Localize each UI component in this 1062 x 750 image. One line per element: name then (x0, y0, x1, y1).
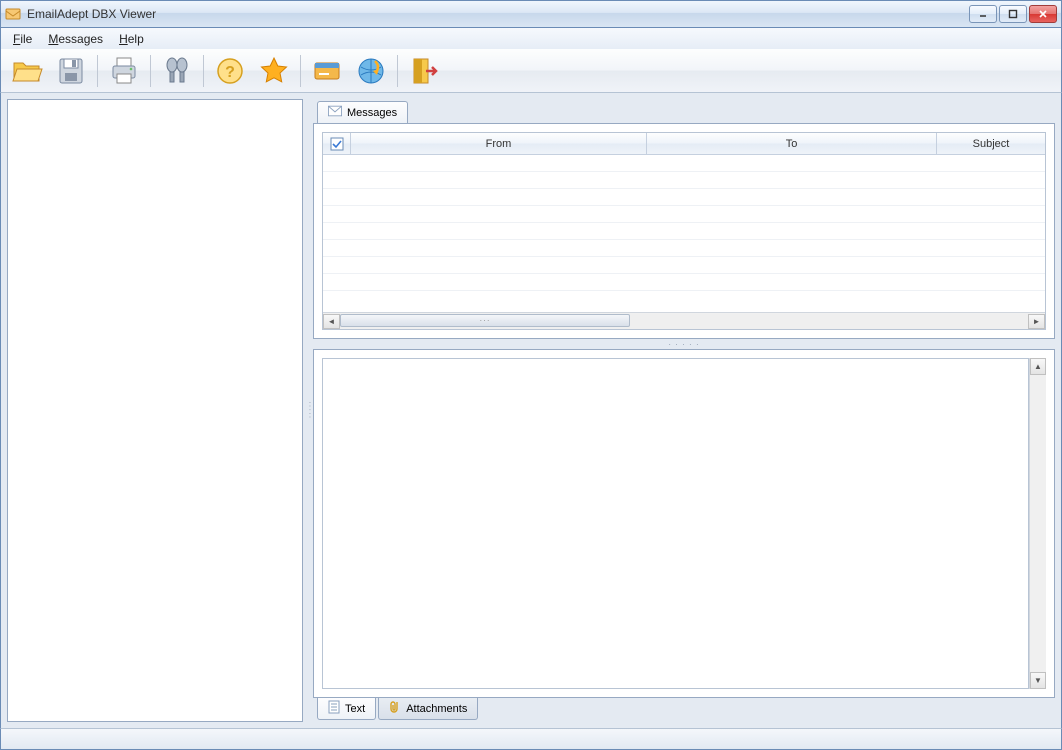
messages-panel: Messages From To Subject (313, 99, 1055, 339)
toolbar-separator (150, 55, 151, 87)
favorite-button[interactable] (254, 51, 294, 91)
find-button[interactable] (157, 51, 197, 91)
tab-text[interactable]: Text (317, 698, 376, 720)
column-header-from[interactable]: From (351, 133, 647, 154)
horizontal-splitter[interactable]: · · · · · (313, 339, 1055, 349)
toolbar-separator (203, 55, 204, 87)
titlebar: EmailAdept DBX Viewer (0, 0, 1062, 28)
messages-grid-container: From To Subject (313, 123, 1055, 339)
tab-text-label: Text (345, 703, 365, 715)
statusbar (0, 728, 1062, 750)
minimize-button[interactable] (969, 5, 997, 23)
print-button[interactable] (104, 51, 144, 91)
tab-attachments[interactable]: Attachments (378, 698, 478, 720)
scroll-thumb[interactable]: ··· (340, 314, 630, 327)
table-row (323, 155, 1045, 172)
open-folder-button[interactable] (7, 51, 47, 91)
preview-container: ▲ ▼ (313, 349, 1055, 698)
messages-grid: From To Subject (322, 132, 1046, 330)
scroll-right-button[interactable]: ► (1028, 314, 1045, 329)
scroll-track[interactable]: ··· (340, 314, 1028, 329)
table-row (323, 240, 1045, 257)
table-row (323, 257, 1045, 274)
exit-button[interactable] (404, 51, 444, 91)
close-button[interactable] (1029, 5, 1057, 23)
preview-content[interactable] (322, 358, 1029, 689)
menu-messages[interactable]: Messages (40, 30, 111, 48)
app-icon (5, 6, 21, 22)
home-button[interactable] (351, 51, 391, 91)
register-button[interactable] (307, 51, 347, 91)
paperclip-icon (389, 700, 401, 717)
main-area: ····· Messages From To (0, 93, 1062, 728)
preview-panel: ▲ ▼ Text Attachments (313, 349, 1055, 722)
column-header-to[interactable]: To (647, 133, 937, 154)
window-controls (969, 5, 1057, 23)
folder-tree-panel[interactable] (7, 99, 303, 722)
table-row (323, 223, 1045, 240)
menu-help[interactable]: Help (111, 30, 152, 48)
right-panel: Messages From To Subject (313, 99, 1055, 722)
svg-text:?: ? (225, 64, 235, 81)
tab-attachments-label: Attachments (406, 703, 467, 715)
toolbar-separator (97, 55, 98, 87)
horizontal-scrollbar: ◄ ··· ► (323, 312, 1045, 329)
envelope-icon (328, 105, 342, 120)
tab-messages-label: Messages (347, 107, 397, 119)
table-row (323, 206, 1045, 223)
scroll-up-button[interactable]: ▲ (1030, 358, 1046, 375)
document-icon (328, 700, 340, 717)
menubar: File Messages Help (0, 28, 1062, 49)
save-button[interactable] (51, 51, 91, 91)
toolbar: ? (0, 49, 1062, 93)
column-header-icon[interactable] (323, 133, 351, 154)
toolbar-separator (397, 55, 398, 87)
table-row (323, 189, 1045, 206)
column-header-subject[interactable]: Subject (937, 133, 1045, 154)
table-row (323, 274, 1045, 291)
grid-body[interactable] (323, 155, 1045, 312)
scroll-down-button[interactable]: ▼ (1030, 672, 1046, 689)
scroll-left-button[interactable]: ◄ (323, 314, 340, 329)
maximize-button[interactable] (999, 5, 1027, 23)
tab-messages[interactable]: Messages (317, 101, 408, 123)
help-button[interactable]: ? (210, 51, 250, 91)
preview-tab-strip: Text Attachments (313, 698, 1055, 722)
toolbar-separator (300, 55, 301, 87)
messages-tab-strip: Messages (313, 99, 1055, 123)
table-row (323, 172, 1045, 189)
vertical-scrollbar: ▲ ▼ (1029, 358, 1046, 689)
scroll-track-vertical[interactable] (1030, 375, 1046, 672)
window-title: EmailAdept DBX Viewer (27, 7, 969, 21)
menu-file[interactable]: File (5, 30, 40, 48)
grid-header: From To Subject (323, 133, 1045, 155)
